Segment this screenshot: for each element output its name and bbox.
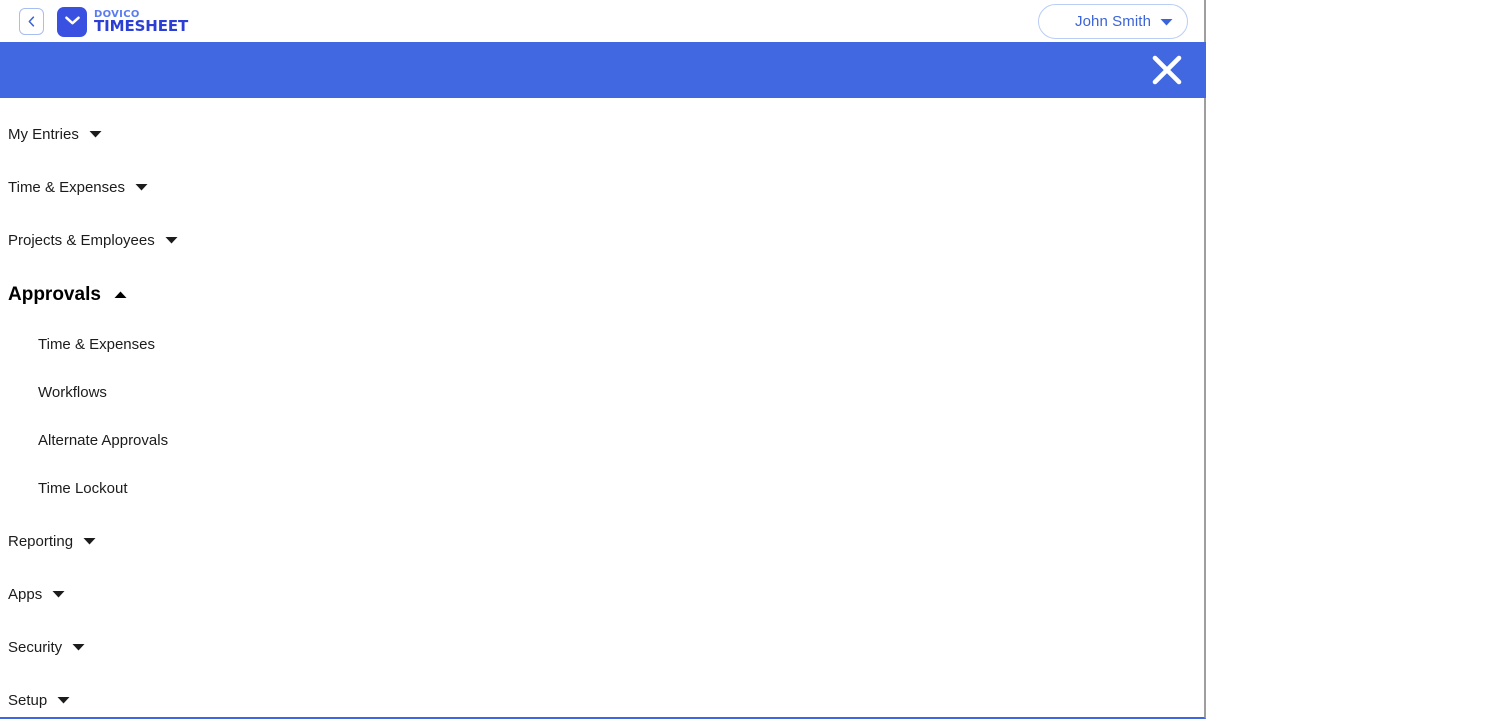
brand-logo[interactable]: DOVICO TIMESHEET	[57, 6, 188, 37]
logo-name-bottom: TIMESHEET	[94, 16, 189, 35]
menu-item-security[interactable]: Security	[0, 638, 1204, 656]
menu-item-label: My Entries	[8, 125, 79, 143]
logo-wordmark: DOVICO TIMESHEET	[94, 9, 189, 35]
menu-item-setup[interactable]: Setup	[0, 691, 1204, 709]
caret-down-icon	[89, 125, 102, 143]
caret-down-icon	[135, 178, 148, 196]
menu-item-label: Reporting	[8, 532, 74, 550]
submenu-item-workflows[interactable]: Workflows	[0, 384, 1204, 401]
menu-item-label: Workflows	[38, 384, 107, 401]
menu-item-label: Approvals	[8, 284, 101, 305]
close-drawer-button[interactable]	[1150, 53, 1184, 87]
menu-item-label: Projects & Employees	[8, 231, 155, 249]
caret-up-icon	[114, 286, 127, 304]
close-x-icon	[1150, 55, 1184, 91]
caret-down-icon	[165, 231, 178, 249]
menu-item-time-and-expenses[interactable]: Time & Expenses	[0, 178, 1204, 196]
chevron-down-icon	[64, 13, 81, 31]
drawer-header-band	[0, 42, 1206, 98]
chevron-left-icon	[26, 15, 37, 28]
back-button[interactable]	[19, 8, 44, 35]
caret-down-icon	[72, 638, 85, 656]
logo-mark	[57, 6, 87, 37]
caret-down-icon	[1160, 13, 1173, 31]
menu-item-label: Setup	[8, 691, 48, 709]
menu-item-approvals[interactable]: Approvals	[0, 284, 1204, 306]
submenu-item-time-and-expenses[interactable]: Time & Expenses	[0, 336, 1204, 353]
menu-item-label: Time Lockout	[38, 480, 128, 497]
caret-down-icon	[52, 585, 65, 603]
top-bar: DOVICO TIMESHEET John Smith	[0, 0, 1204, 42]
navigation-drawer: DOVICO TIMESHEET John Smith My Entries T…	[0, 0, 1206, 719]
main-menu: My Entries Time & Expenses Projects & Em…	[0, 98, 1204, 717]
caret-down-icon	[83, 532, 96, 550]
menu-item-label: Apps	[8, 585, 43, 603]
menu-item-projects-and-employees[interactable]: Projects & Employees	[0, 231, 1204, 249]
user-menu-button[interactable]: John Smith	[1038, 4, 1188, 39]
submenu-item-alternate-approvals[interactable]: Alternate Approvals	[0, 432, 1204, 449]
app-root: DOVICO TIMESHEET John Smith My Entries T…	[0, 0, 1508, 719]
menu-item-label: Time & Expenses	[38, 336, 155, 353]
menu-item-reporting[interactable]: Reporting	[0, 532, 1204, 550]
menu-item-label: Time & Expenses	[8, 178, 125, 196]
menu-item-label: Security	[8, 638, 63, 656]
menu-item-apps[interactable]: Apps	[0, 585, 1204, 603]
caret-down-icon	[57, 691, 70, 709]
menu-item-my-entries[interactable]: My Entries	[0, 125, 1204, 143]
user-name-label: John Smith	[1074, 13, 1152, 30]
menu-item-label: Alternate Approvals	[38, 432, 169, 449]
submenu-item-time-lockout[interactable]: Time Lockout	[0, 480, 1204, 497]
